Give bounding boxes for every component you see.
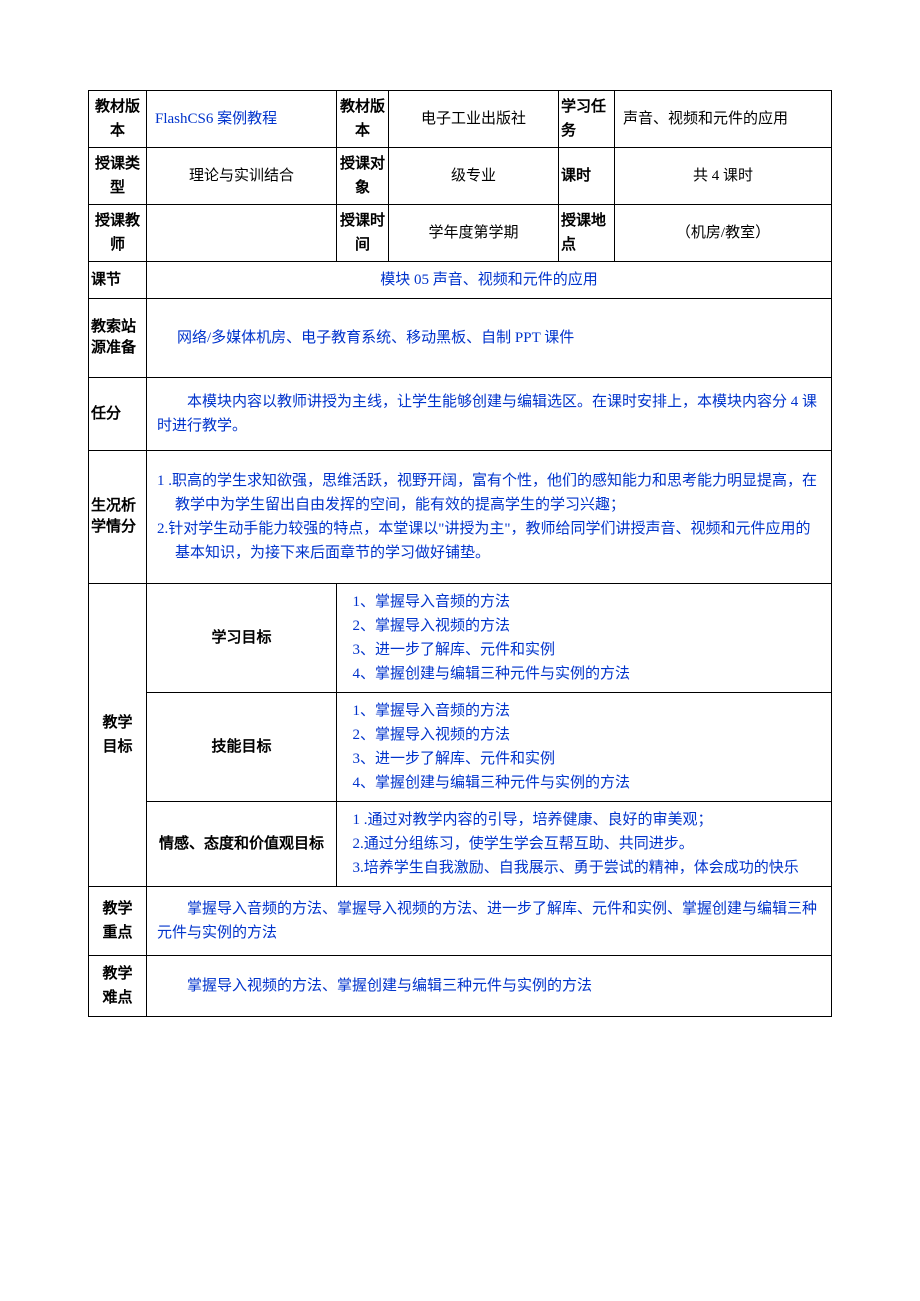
label-section: 课节 [89,262,147,299]
table-row: 教材版本 FlashCS6 案例教程 教材版本 电子工业出版社 学习任务 声音、… [89,91,832,148]
label-keypoint: 教学重点 [89,887,147,956]
g1-l1: 1、掌握导入音频的方法 [345,590,823,614]
value-time: 学年度第学期 [389,205,559,262]
label-place: 授课地点 [559,205,615,262]
label-hours: 课时 [559,148,615,205]
value-audience: 级专业 [389,148,559,205]
table-row: 授课类型 理论与实训结合 授课对象 级专业 课时 共 4 课时 [89,148,832,205]
label-attitude-goal: 情感、态度和价值观目标 [147,802,337,887]
value-situation: 1 .职高的学生求知欲强，思维活跃，视野开阔，富有个性，他们的感知能力和思考能力… [147,451,832,584]
value-class-type: 理论与实训结合 [147,148,337,205]
g2-l1: 1、掌握导入音频的方法 [345,699,823,723]
table-row: 情感、态度和价值观目标 1 .通过对教学内容的引导，培养健康、良好的审美观； 2… [89,802,832,887]
label-resources: 教索站源准备 [89,299,147,378]
label-situation: 生况析学情分 [89,451,147,584]
value-attitude-goal: 1 .通过对教学内容的引导，培养健康、良好的审美观； 2.通过分组练习，使学生学… [337,802,832,887]
g2-l4: 4、掌握创建与编辑三种元件与实例的方法 [345,771,823,795]
g3-l3: 3.培养学生自我激励、自我展示、勇于尝试的精神，体会成功的快乐 [360,856,823,880]
table-row: 生况析学情分 1 .职高的学生求知欲强，思维活跃，视野开阔，富有个性，他们的感知… [89,451,832,584]
g1-l3: 3、进一步了解库、元件和实例 [345,638,823,662]
label-goals: 教学目标 [89,584,147,887]
value-textbook-version: FlashCS6 案例教程 [147,91,337,148]
table-row: 任分 本模块内容以教师讲授为主线，让学生能够创建与编辑选区。在课时安排上，本模块… [89,378,832,451]
label-audience: 授课对象 [337,148,389,205]
table-row: 课节 模块 05 声音、视频和元件的应用 [89,262,832,299]
value-difficulty: 掌握导入视频的方法、掌握创建与编辑三种元件与实例的方法 [147,956,832,1017]
g2-l2: 2、掌握导入视频的方法 [345,723,823,747]
table-row: 教学难点 掌握导入视频的方法、掌握创建与编辑三种元件与实例的方法 [89,956,832,1017]
label-task: 学习任务 [559,91,615,148]
label-teacher: 授课教师 [89,205,147,262]
value-task: 声音、视频和元件的应用 [615,91,832,148]
value-teacher [147,205,337,262]
difficulty-text: 掌握导入视频的方法、掌握创建与编辑三种元件与实例的方法 [157,974,821,998]
value-place: （机房/教室） [615,205,832,262]
value-keypoint: 掌握导入音频的方法、掌握导入视频的方法、进一步了解库、元件和实例、掌握创建与编辑… [147,887,832,956]
value-hours: 共 4 课时 [615,148,832,205]
g1-l4: 4、掌握创建与编辑三种元件与实例的方法 [345,662,823,686]
table-row: 技能目标 1、掌握导入音频的方法 2、掌握导入视频的方法 3、进一步了解库、元件… [89,693,832,802]
g3-l1: 1 .通过对教学内容的引导，培养健康、良好的审美观； [345,808,823,832]
situation-item-2: 2.针对学生动手能力较强的特点，本堂课以"讲授为主"，教师给同学们讲授声音、视频… [175,517,821,565]
keypoint-text: 掌握导入音频的方法、掌握导入视频的方法、进一步了解库、元件和实例、掌握创建与编辑… [157,897,821,945]
value-learning-goal: 1、掌握导入音频的方法 2、掌握导入视频的方法 3、进一步了解库、元件和实例 4… [337,584,832,693]
g2-l3: 3、进一步了解库、元件和实例 [345,747,823,771]
resources-text: 网络/多媒体机房、电子教育系统、移动黑板、自制 PPT 课件 [177,330,574,346]
table-row: 教学重点 掌握导入音频的方法、掌握导入视频的方法、进一步了解库、元件和实例、掌握… [89,887,832,956]
value-skill-goal: 1、掌握导入音频的方法 2、掌握导入视频的方法 3、进一步了解库、元件和实例 4… [337,693,832,802]
task-text: 本模块内容以教师讲授为主线，让学生能够创建与编辑选区。在课时安排上，本模块内容分… [157,390,821,438]
g1-l2: 2、掌握导入视频的方法 [345,614,823,638]
value-section: 模块 05 声音、视频和元件的应用 [147,262,832,299]
value-resources: 网络/多媒体机房、电子教育系统、移动黑板、自制 PPT 课件 [147,299,832,378]
g3-l2: 2.通过分组练习，使学生学会互帮互助、共同进步。 [345,832,823,856]
label-time: 授课时间 [337,205,389,262]
value-publisher: 电子工业出版社 [389,91,559,148]
value-task-split: 本模块内容以教师讲授为主线，让学生能够创建与编辑选区。在课时安排上，本模块内容分… [147,378,832,451]
table-row: 授课教师 授课时间 学年度第学期 授课地点 （机房/教室） [89,205,832,262]
lesson-plan-table: 教材版本 FlashCS6 案例教程 教材版本 电子工业出版社 学习任务 声音、… [88,90,832,1017]
label-class-type: 授课类型 [89,148,147,205]
label-skill-goal: 技能目标 [147,693,337,802]
label-textbook-version-2: 教材版本 [337,91,389,148]
situation-item-1: 1 .职高的学生求知欲强，思维活跃，视野开阔，富有个性，他们的感知能力和思考能力… [175,469,821,517]
label-learning-goal: 学习目标 [147,584,337,693]
label-task-split: 任分 [89,378,147,451]
label-difficulty: 教学难点 [89,956,147,1017]
label-textbook-version: 教材版本 [89,91,147,148]
table-row: 教学目标 学习目标 1、掌握导入音频的方法 2、掌握导入视频的方法 3、进一步了… [89,584,832,693]
table-row: 教索站源准备 网络/多媒体机房、电子教育系统、移动黑板、自制 PPT 课件 [89,299,832,378]
